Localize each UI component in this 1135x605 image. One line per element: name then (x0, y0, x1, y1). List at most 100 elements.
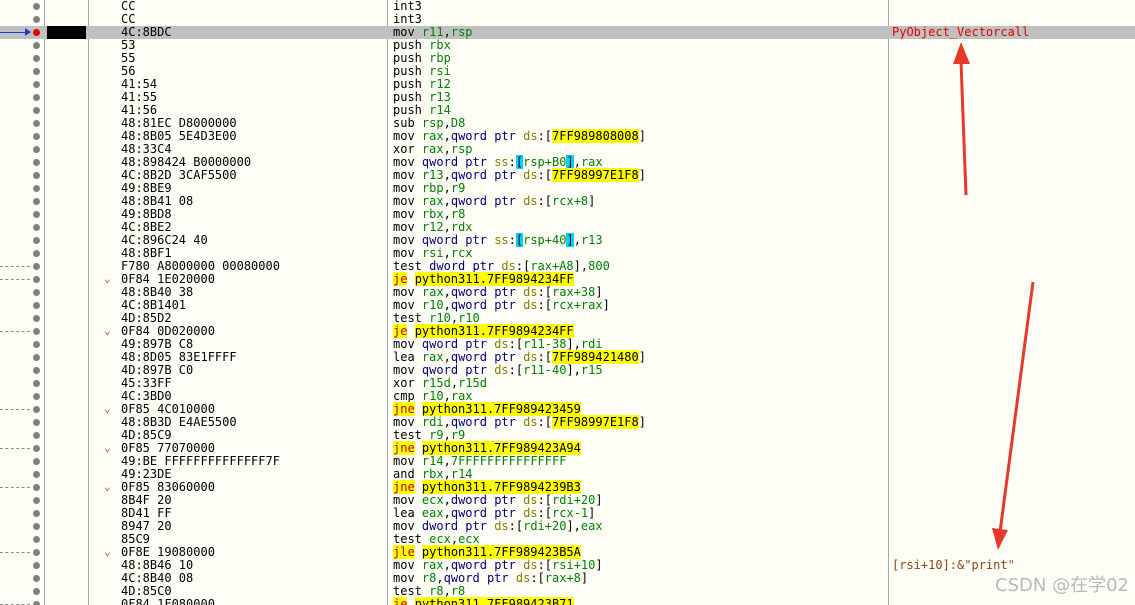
operand-reg: rbx (421, 467, 444, 481)
breakpoint-dot-icon[interactable] (33, 263, 40, 270)
mnemonic: mov (393, 454, 415, 468)
operand-reg: r12 (429, 77, 451, 91)
jump-fold-icon[interactable]: ⌄ (104, 480, 111, 493)
breakpoint-dot-icon[interactable] (33, 55, 40, 62)
operand-reg: rbp (421, 181, 444, 195)
instruction-text: je python311.7FF989423B71 (393, 597, 574, 605)
breakpoint-dot-icon[interactable] (33, 237, 40, 244)
breakpoint-dot-icon[interactable] (33, 211, 40, 218)
breakpoint-dot-icon[interactable] (33, 328, 40, 335)
breakpoint-dot-icon[interactable] (33, 536, 40, 543)
breakpoint-dot-icon[interactable] (33, 42, 40, 49)
operand-reg: r10 (421, 389, 444, 403)
breakpoint-dot-icon[interactable] (33, 224, 40, 231)
breakpoint-dot-icon[interactable] (33, 549, 40, 556)
breakpoint-dot-icon[interactable] (33, 419, 40, 426)
breakpoint-dot-icon[interactable] (33, 380, 40, 387)
breakpoint-dot-icon[interactable] (33, 471, 40, 478)
breakpoint-dot-icon[interactable] (33, 120, 40, 127)
instruction-row[interactable]: 55 push rbp (0, 52, 1135, 65)
operand-sym: :[ (537, 506, 553, 520)
operand-reg: r15d (458, 376, 487, 390)
breakpoint-dot-icon[interactable] (33, 354, 40, 361)
mnemonic: lea (393, 506, 415, 520)
breakpoint-dot-icon[interactable] (33, 289, 40, 296)
breakpoint-dot-icon[interactable] (33, 432, 40, 439)
breakpoint-dot-icon[interactable] (33, 588, 40, 595)
jump-target[interactable]: python311.7FF989423A94 (421, 441, 581, 455)
breakpoint-dot-icon[interactable] (33, 185, 40, 192)
jump-target[interactable]: python311.7FF9894234FF (414, 324, 574, 338)
breakpoint-dot-icon[interactable] (33, 510, 40, 517)
operand-addr[interactable]: 7FF989421480 (552, 350, 639, 364)
operand-reg: rax (421, 558, 444, 572)
instruction-row[interactable]: 56 push rsi (0, 65, 1135, 78)
jump-target[interactable]: python311.7FF9894234FF (414, 272, 574, 286)
operand-mem: qword ptr (443, 571, 509, 585)
jump-fold-icon[interactable]: ⌄ (104, 545, 111, 558)
breakpoint-dot-icon[interactable] (33, 133, 40, 140)
operand-sym: :[ (530, 571, 545, 585)
instruction-row[interactable]: 41:55 push r13 (0, 91, 1135, 104)
operand-addr[interactable]: 7FF98997E1F8 (552, 168, 639, 182)
breakpoint-dot-icon[interactable] (33, 302, 40, 309)
operand-sym: , (443, 129, 451, 143)
operand-sym: ] (588, 506, 596, 520)
breakpoint-dot-icon[interactable] (33, 575, 40, 582)
instruction-pointer-arrow-icon (25, 28, 31, 36)
jump-target[interactable]: python311.7FF989423B71 (414, 597, 574, 605)
breakpoint-dot-icon[interactable] (33, 393, 40, 400)
breakpoint-dot-icon[interactable] (33, 159, 40, 166)
jump-fold-icon[interactable]: ⌄ (104, 441, 111, 454)
instruction-row[interactable]: 8947 20 mov dword ptr ds:[rdi+20],eax (0, 520, 1135, 533)
breakpoint-dot-icon[interactable] (33, 107, 40, 114)
breakpoint-dot-icon[interactable] (33, 3, 40, 10)
breakpoint-dot-icon[interactable] (33, 94, 40, 101)
breakpoint-dot-icon[interactable] (33, 81, 40, 88)
breakpoint-dot-icon[interactable] (33, 523, 40, 530)
operand-sym: ] (638, 129, 646, 143)
breakpoint-dot-icon[interactable] (33, 497, 40, 504)
breakpoint-dot-icon[interactable] (33, 484, 40, 491)
jump-fold-icon[interactable]: ⌄ (104, 324, 111, 337)
operand-sym: , (450, 311, 459, 325)
instruction-row[interactable]: 41:54 push r12 (0, 78, 1135, 91)
breakpoint-dot-icon[interactable] (33, 276, 40, 283)
mnemonic: mov (393, 181, 415, 195)
disassembly-view[interactable]: CC int3 CC int3 4C:8BDC mov r11,rsp PyObject… (0, 0, 1135, 605)
instruction-row[interactable]: 53 push rbx (0, 39, 1135, 52)
operand-seg: ds (494, 363, 509, 377)
jump-fold-icon[interactable]: ⌄ (104, 402, 111, 415)
jump-target[interactable]: python311.7FF989423B5A (421, 545, 581, 559)
breakpoint-dot-icon[interactable] (33, 198, 40, 205)
jump-fold-icon[interactable]: ⌄ (104, 272, 111, 285)
jump-target[interactable]: python311.7FF989423459 (421, 402, 581, 416)
operand-sym: , (443, 584, 451, 598)
breakpoint-dot-icon[interactable] (33, 341, 40, 348)
instruction-row[interactable]: 0F84 1F080000 je python311.7FF989423B71 (0, 597, 1135, 605)
operand-reg: rax+8 (544, 571, 581, 585)
breakpoint-dot-icon[interactable] (33, 146, 40, 153)
operand-reg: rax (421, 129, 444, 143)
breakpoint-dot-icon[interactable] (33, 445, 40, 452)
breakpoint-dot-icon[interactable] (33, 68, 40, 75)
breakpoint-dot-icon[interactable] (33, 250, 40, 257)
operand-addr[interactable]: 7FF98997E1F8 (552, 415, 639, 429)
breakpoint-dot-icon[interactable] (33, 601, 40, 605)
breakpoint-dot-icon[interactable] (33, 29, 40, 36)
operand-reg: rdi+20 (523, 519, 567, 533)
operand-addr[interactable]: 7FF989808008 (552, 129, 639, 143)
mnemonic: int3 (393, 12, 422, 26)
breakpoint-dot-icon[interactable] (33, 16, 40, 23)
breakpoint-dot-icon[interactable] (33, 172, 40, 179)
breakpoint-dot-icon[interactable] (33, 458, 40, 465)
mnemonic: push (393, 77, 422, 91)
jump-target[interactable]: python311.7FF9894239B3 (421, 480, 581, 494)
breakpoint-dot-icon[interactable] (33, 315, 40, 322)
operand-reg: rax+38 (552, 285, 596, 299)
breakpoint-dot-icon[interactable] (33, 562, 40, 569)
breakpoint-dot-icon[interactable] (33, 367, 40, 374)
current-instruction-row[interactable]: 4C:8BDC mov r11,rsp PyObject_Vectorcall (0, 26, 1135, 39)
instruction-row[interactable]: CC int3 (0, 0, 1135, 13)
breakpoint-dot-icon[interactable] (33, 406, 40, 413)
